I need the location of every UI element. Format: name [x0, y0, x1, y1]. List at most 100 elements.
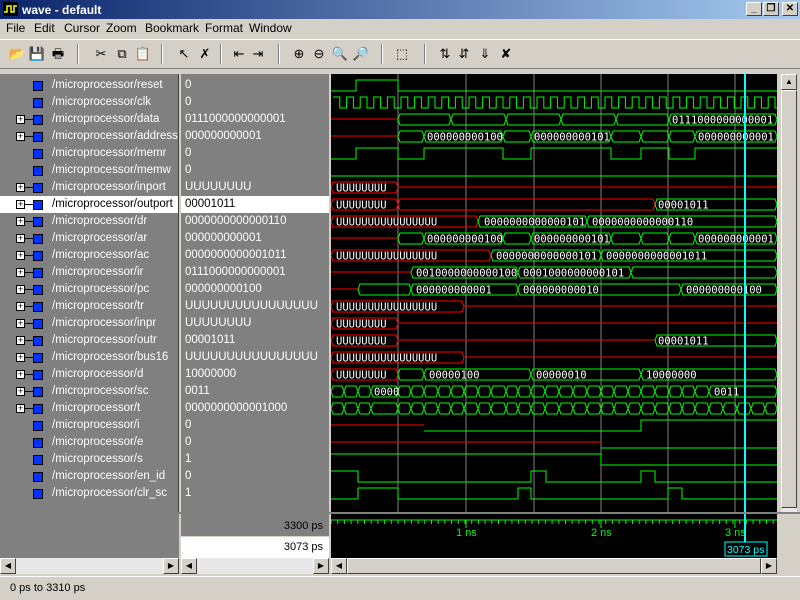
signal-row[interactable]: + /microprocessor/data — [0, 111, 178, 128]
signal-row[interactable]: /microprocessor/s — [0, 451, 178, 468]
edge-down-icon[interactable]: ⇓ — [476, 45, 494, 63]
signal-row[interactable]: /microprocessor/reset — [0, 77, 178, 94]
insert-cursor-icon[interactable]: ⇤ — [230, 45, 248, 63]
signal-value-row[interactable]: 00001011 — [181, 196, 329, 213]
names-scroll-right-button[interactable]: ▶ — [163, 558, 179, 574]
signal-row[interactable]: + /microprocessor/dr — [0, 213, 178, 230]
signal-value-row[interactable]: 0011 — [181, 383, 329, 400]
signal-value-row[interactable]: UUUUUUUU — [181, 315, 329, 332]
expand-icon[interactable]: + — [16, 387, 25, 396]
waveform-canvas[interactable]: 0111000000000001000000000100 000000000101… — [331, 74, 777, 512]
minimize-button[interactable]: _ — [746, 2, 762, 16]
signal-value-row[interactable]: 000000000100 — [181, 281, 329, 298]
expand-icon[interactable]: + — [16, 251, 25, 260]
signal-value-row[interactable]: UUUUUUUUUUUUUUUU — [181, 349, 329, 366]
expand-icon[interactable]: + — [16, 336, 25, 345]
expand-icon[interactable]: + — [16, 370, 25, 379]
signal-value-row[interactable]: 0 — [181, 434, 329, 451]
expand-icon[interactable]: + — [16, 200, 25, 209]
signal-value-row[interactable]: 0000000000001000 — [181, 400, 329, 417]
find-icon[interactable]: ⬚ — [393, 45, 411, 63]
values-scroll-track[interactable] — [197, 558, 313, 574]
vertical-scroll-thumb[interactable] — [781, 90, 797, 508]
restore-button[interactable]: ❐ — [763, 2, 779, 16]
zoom-range-icon[interactable]: 🔎 — [352, 45, 370, 63]
menu-format[interactable]: Format — [205, 21, 243, 35]
signal-row[interactable]: + /microprocessor/ar — [0, 230, 178, 247]
signal-value-row[interactable]: 10000000 — [181, 366, 329, 383]
select-pointer-icon[interactable]: ↖ — [175, 45, 193, 63]
cut-icon[interactable]: ✂ — [92, 45, 110, 63]
menu-edit[interactable]: Edit — [34, 21, 55, 35]
delete-cursor-icon[interactable]: ⇥ — [249, 45, 267, 63]
signal-value-row[interactable]: 000000000001 — [181, 128, 329, 145]
signal-value-row[interactable]: 0 — [181, 145, 329, 162]
signal-row[interactable]: + /microprocessor/inport — [0, 179, 178, 196]
signal-value-row[interactable]: 000000000001 — [181, 230, 329, 247]
signal-value-row[interactable]: 00001011 — [181, 332, 329, 349]
expand-icon[interactable]: + — [16, 285, 25, 294]
zoom-out-icon[interactable]: ⊖ — [310, 45, 328, 63]
open-icon[interactable]: 📂 — [8, 45, 26, 63]
print-icon[interactable]: 🖶 — [49, 45, 67, 63]
signal-value-row[interactable]: UUUUUUUU — [181, 179, 329, 196]
signal-row[interactable]: + /microprocessor/pc — [0, 281, 178, 298]
signal-row[interactable]: /microprocessor/e — [0, 434, 178, 451]
close-button[interactable]: ✕ — [782, 2, 798, 16]
menu-zoom[interactable]: Zoom — [106, 21, 137, 35]
next-edge-icon[interactable]: ⇵ — [455, 45, 473, 63]
signal-row[interactable]: /microprocessor/memr — [0, 145, 178, 162]
signal-value-row[interactable]: 0000000000000110 — [181, 213, 329, 230]
wave-scroll-thumb[interactable] — [347, 558, 761, 574]
expand-icon[interactable]: + — [16, 319, 25, 328]
menu-file[interactable]: File — [6, 21, 25, 35]
scroll-up-button[interactable]: ▲ — [781, 74, 797, 90]
signal-value-row[interactable]: 0 — [181, 417, 329, 434]
vertical-scrollbar[interactable]: ▲ — [781, 74, 797, 512]
signal-value-row[interactable]: 0111000000000001 — [181, 111, 329, 128]
expand-icon[interactable]: + — [16, 132, 25, 141]
expand-icon[interactable]: + — [16, 302, 25, 311]
expand-icon[interactable]: + — [16, 353, 25, 362]
expand-icon[interactable]: + — [16, 217, 25, 226]
signal-row[interactable]: + /microprocessor/inpr — [0, 315, 178, 332]
signal-row[interactable]: + /microprocessor/bus16 — [0, 349, 178, 366]
menu-cursor[interactable]: Cursor — [64, 21, 100, 35]
menu-window[interactable]: Window — [249, 21, 292, 35]
expand-icon[interactable]: + — [16, 404, 25, 413]
save-icon[interactable]: 💾 — [28, 45, 46, 63]
names-scroll-track[interactable] — [16, 558, 163, 574]
signal-value-row[interactable]: 0 — [181, 162, 329, 179]
names-scroll-left-button[interactable]: ◀ — [0, 558, 16, 574]
signal-row[interactable]: + /microprocessor/t — [0, 400, 178, 417]
signal-value-row[interactable]: 0 — [181, 468, 329, 485]
signal-value-row[interactable]: 0000000000001011 — [181, 247, 329, 264]
signal-row[interactable]: + /microprocessor/d — [0, 366, 178, 383]
wave-scroll-left-button[interactable]: ◀ — [331, 558, 347, 574]
delete-icon[interactable]: ✗ — [196, 45, 214, 63]
values-scroll-left-button[interactable]: ◀ — [181, 558, 197, 574]
signal-value-row[interactable]: 1 — [181, 451, 329, 468]
signal-row[interactable]: /microprocessor/clr_sc — [0, 485, 178, 502]
prev-edge-icon[interactable]: ⇅ — [436, 45, 454, 63]
signal-row[interactable]: /microprocessor/memw — [0, 162, 178, 179]
expand-icon[interactable]: + — [16, 234, 25, 243]
wave-scroll-right-button[interactable]: ▶ — [761, 558, 777, 574]
signal-value-row[interactable]: 1 — [181, 485, 329, 502]
signal-row[interactable]: + /microprocessor/tr — [0, 298, 178, 315]
signal-value-row[interactable]: 0 — [181, 94, 329, 111]
values-scroll-right-button[interactable]: ▶ — [313, 558, 329, 574]
signal-value-row[interactable]: UUUUUUUUUUUUUUUU — [181, 298, 329, 315]
signal-row[interactable]: /microprocessor/clk — [0, 94, 178, 111]
zoom-in-icon[interactable]: ⊕ — [290, 45, 308, 63]
signal-row[interactable]: /microprocessor/en_id — [0, 468, 178, 485]
signal-row[interactable]: + /microprocessor/sc — [0, 383, 178, 400]
expand-icon[interactable]: + — [16, 183, 25, 192]
stop-icon[interactable]: ✘ — [497, 45, 515, 63]
signal-value-row[interactable]: 0 — [181, 77, 329, 94]
signal-row[interactable]: + /microprocessor/ac — [0, 247, 178, 264]
signal-row[interactable]: + /microprocessor/outr — [0, 332, 178, 349]
signal-row[interactable]: + /microprocessor/ir — [0, 264, 178, 281]
waveform-pane[interactable]: 0111000000000001 000000000100 000000000101… — [331, 74, 777, 512]
timeline[interactable]: 1 ns 2 ns 3 ns 3073 ps — [330, 514, 777, 558]
